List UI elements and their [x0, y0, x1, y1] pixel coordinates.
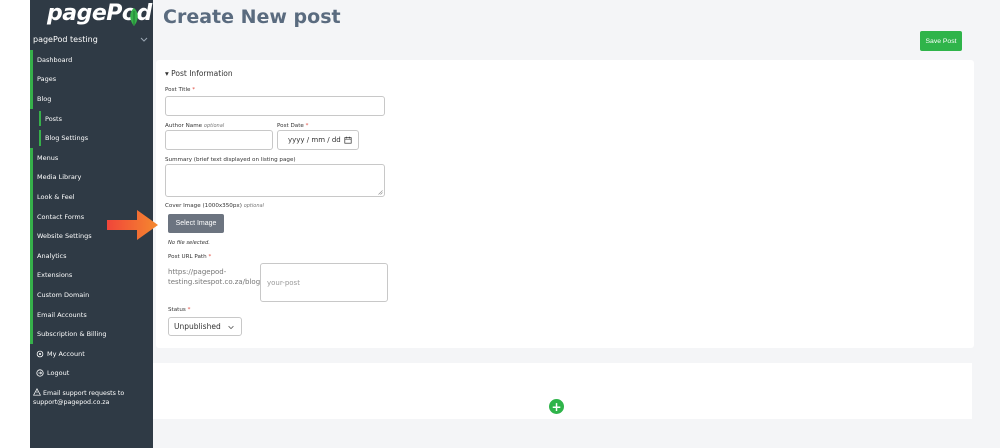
sidebar-item-label: Look & Feel — [37, 192, 75, 201]
url-prefix: https://pagepod-testing.sitespot.co.za/b… — [168, 268, 263, 286]
sidebar-item-extensions[interactable]: Extensions — [30, 265, 153, 286]
sidebar-item-label: Dashboard — [37, 55, 73, 64]
calendar-icon[interactable] — [344, 136, 352, 144]
chevron-down-icon — [228, 325, 234, 330]
no-file-text: No file selected. — [168, 240, 210, 246]
sidebar-item-email-accounts[interactable]: Email Accounts — [30, 304, 153, 325]
section-toggle[interactable]: ▾ Post Information — [165, 69, 233, 78]
add-section-button[interactable]: + — [549, 399, 564, 414]
sidebar-item-label: Analytics — [37, 251, 67, 260]
sidebar-item-label: Subscription & Billing — [37, 330, 107, 339]
sidebar-item-label: Logout — [47, 369, 70, 378]
sidebar-item-analytics[interactable]: Analytics — [30, 245, 153, 266]
author-name-label: Author Name optional — [165, 123, 225, 129]
sidebar-item-look-feel[interactable]: Look & Feel — [30, 187, 153, 207]
post-date-input[interactable]: yyyy / mm / dd — [277, 130, 359, 150]
sidebar-item-blog-settings[interactable]: Blog Settings — [30, 128, 153, 148]
status-label: Status * — [168, 307, 191, 313]
sidebar-item-pages[interactable]: Pages — [30, 69, 153, 90]
sidebar-item-label: Menus — [37, 153, 59, 162]
sidebar-item-blog[interactable]: Blog — [30, 89, 153, 109]
support-note: Email support requests to support@pagepo… — [33, 388, 151, 407]
save-post-button[interactable]: Save Post — [920, 31, 962, 51]
sidebar-item-label: Pages — [37, 75, 57, 84]
url-path-input[interactable]: your-post — [260, 263, 388, 302]
sidebar-item-menus[interactable]: Menus — [30, 147, 153, 168]
sidebar-item-my-account[interactable]: My Account — [30, 344, 153, 364]
sidebar-item-logout[interactable]: Logout — [30, 364, 153, 384]
select-image-button[interactable]: Select Image — [168, 214, 224, 233]
sidebar-item-label: Extensions — [37, 271, 73, 280]
sidebar-item-subscription-billing[interactable]: Subscription & Billing — [30, 324, 153, 344]
post-title-label: Post Title * — [165, 87, 196, 93]
page-title: Create New post — [163, 6, 341, 28]
resize-handle-icon[interactable] — [378, 190, 383, 195]
sidebar-item-label: Blog Settings — [45, 134, 89, 143]
sidebar-item-label: Contact Forms — [37, 212, 85, 221]
sidebar-item-label: Website Settings — [37, 232, 92, 241]
sidebar-item-label: Custom Domain — [37, 290, 90, 299]
summary-label: Summary (brief text displayed on listing… — [165, 157, 296, 163]
sidebar-item-label: Media Library — [37, 173, 82, 182]
arrow-pointer — [107, 210, 158, 240]
url-path-label: Post URL Path * — [168, 254, 212, 260]
sidebar-item-custom-domain[interactable]: Custom Domain — [30, 285, 153, 305]
sidebar-item-media-library[interactable]: Media Library — [30, 167, 153, 188]
author-name-input[interactable] — [165, 130, 273, 150]
warning-icon — [33, 388, 41, 396]
summary-textarea[interactable] — [165, 164, 385, 197]
plus-icon: + — [551, 399, 562, 414]
site-selector[interactable]: pagePod testing — [33, 35, 149, 49]
cover-image-label: Cover Image (1000x350px) optional — [165, 203, 264, 209]
date-placeholder: yyyy / mm / dd — [288, 136, 341, 144]
chevron-down-icon — [140, 37, 148, 42]
main-content: Create New post Save Post ▾ Post Informa… — [153, 0, 1000, 448]
sidebar-item-label: My Account — [47, 349, 85, 358]
site-name: pagePod testing — [33, 35, 98, 44]
post-date-label: Post Date * — [277, 123, 309, 129]
post-information-card: ▾ Post Information Post Title * Author N… — [156, 60, 974, 348]
status-select[interactable]: Unpublished — [168, 317, 242, 336]
gear-icon — [36, 350, 44, 357]
leaf-icon — [130, 8, 138, 26]
sidebar-item-dashboard[interactable]: Dashboard — [30, 50, 153, 70]
content-section: + — [153, 363, 972, 419]
sidebar-item-label: Posts — [45, 114, 62, 123]
logout-icon — [36, 369, 44, 377]
status-value: Unpublished — [174, 322, 221, 331]
sidebar-item-label: Email Accounts — [37, 310, 87, 319]
sidebar-item-posts[interactable]: Posts — [30, 108, 153, 129]
support-text[interactable]: Email support requests to support@pagepo… — [33, 390, 124, 406]
sidebar-item-label: Blog — [37, 94, 52, 103]
post-title-input[interactable] — [165, 96, 385, 116]
